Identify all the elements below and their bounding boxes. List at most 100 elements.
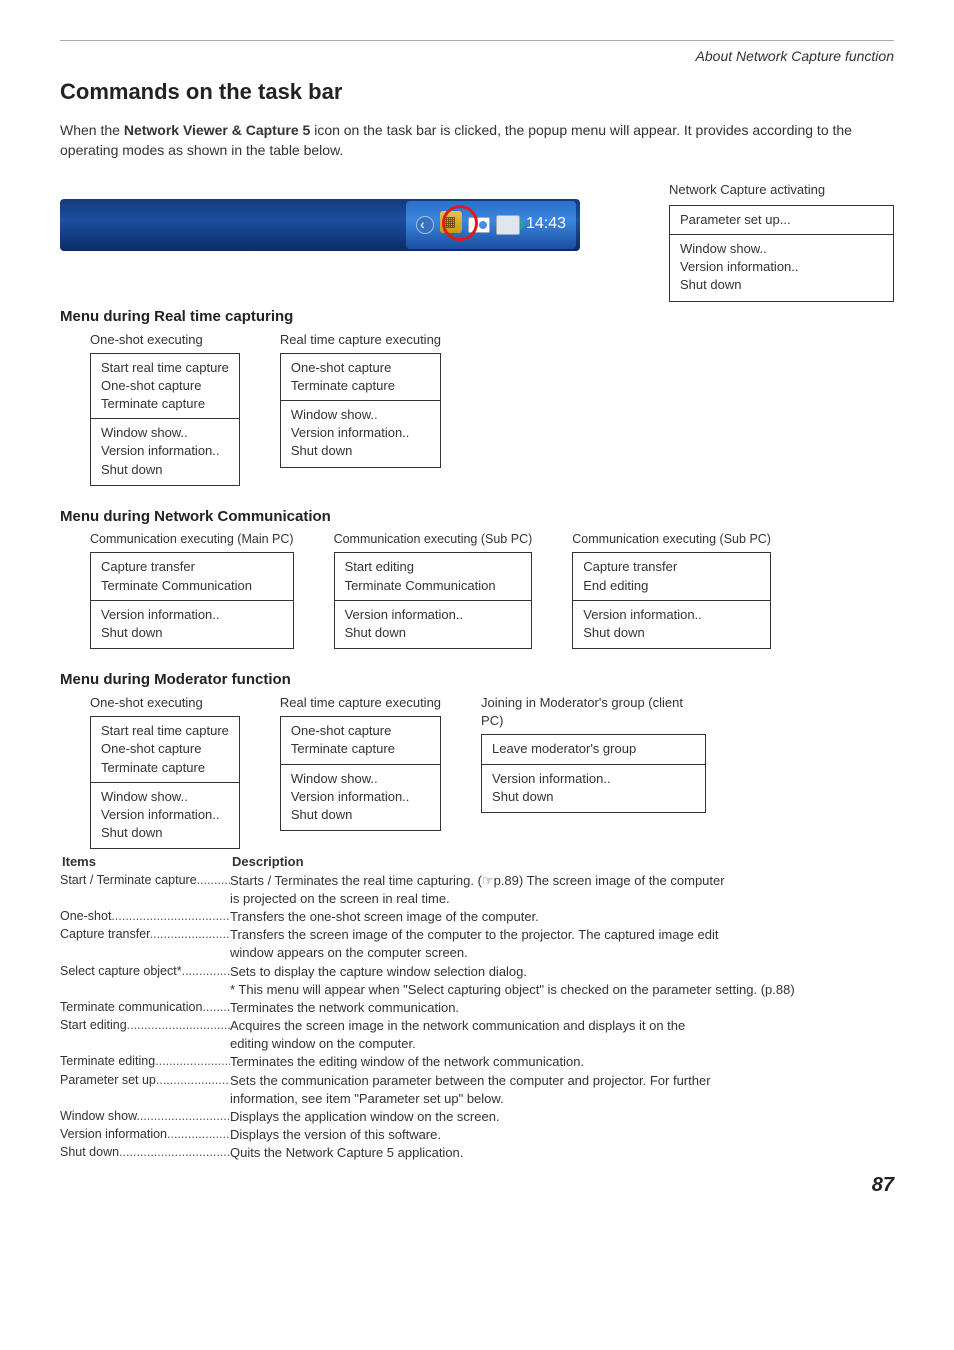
menu-item: One-shot capture — [291, 359, 430, 377]
row-def: Sets to display the capture window selec… — [230, 963, 894, 981]
menu-item: Shut down — [345, 624, 522, 642]
row-def: Terminates the network communication. — [230, 999, 894, 1017]
col-label: One-shot executing — [90, 694, 240, 712]
tray-expand-icon — [416, 216, 434, 234]
menu-item: Version information.. — [680, 258, 883, 276]
description-list: Start / Terminate capture...............… — [60, 872, 894, 1163]
menu-item: Shut down — [583, 624, 760, 642]
taskbar-graphic: 14:43 — [60, 181, 580, 259]
row-term: Parameter set up........................… — [60, 1072, 230, 1090]
col-label: Communication executing (Main PC) — [90, 531, 294, 549]
table-row: One-shot................................… — [60, 908, 894, 926]
menu-item: Window show.. — [101, 424, 229, 442]
menu-item: Capture transfer — [101, 558, 283, 576]
netcom-heading: Menu during Network Communication — [60, 506, 894, 527]
menu-item: Shut down — [492, 788, 695, 806]
menu-activating: Parameter set up... Window show.. Versio… — [669, 205, 894, 302]
table-row: Start editing...........................… — [60, 1017, 894, 1035]
row-term: Version information.....................… — [60, 1126, 230, 1144]
menu-item: Version information.. — [101, 442, 229, 460]
menu-item: Parameter set up... — [680, 211, 883, 229]
header-rule — [60, 40, 894, 41]
menu-box: One-shot capture Terminate capture Windo… — [280, 716, 441, 831]
row-def-cont: information, see item "Parameter set up"… — [230, 1090, 894, 1108]
row-def-cont: editing window on the computer. — [230, 1035, 894, 1053]
activating-label: Network Capture activating — [669, 181, 894, 199]
menu-item: Version information.. — [345, 606, 522, 624]
menu-item: One-shot capture — [291, 722, 430, 740]
intro-paragraph: When the Network Viewer & Capture 5 icon… — [60, 121, 894, 160]
menu-item: Shut down — [291, 806, 430, 824]
menu-item: Shut down — [101, 461, 229, 479]
menu-box: Leave moderator's group Version informat… — [481, 734, 706, 813]
menu-item: Shut down — [101, 624, 283, 642]
menu-item: One-shot capture — [101, 377, 229, 395]
table-head-desc: Description — [232, 853, 304, 871]
table-row: Capture transfer........................… — [60, 926, 894, 944]
menu-item: Window show.. — [291, 770, 430, 788]
row-def-cont: is projected on the screen in real time. — [230, 890, 894, 908]
menu-item: One-shot capture — [101, 740, 229, 758]
row-def: Acquires the screen image in the network… — [230, 1017, 894, 1035]
row-def: Displays the application window on the s… — [230, 1108, 894, 1126]
row-term: Terminate communication.................… — [60, 999, 230, 1017]
col-label: Real time capture executing — [280, 694, 441, 712]
menu-item: Shut down — [101, 824, 229, 842]
menu-box: Capture transfer End editing Version inf… — [572, 552, 771, 649]
menu-box: One-shot capture Terminate capture Windo… — [280, 353, 441, 468]
row-term: Start editing...........................… — [60, 1017, 230, 1035]
menu-item: Shut down — [291, 442, 430, 460]
table-row: Window show.............................… — [60, 1108, 894, 1126]
menu-item: Terminate capture — [101, 395, 229, 413]
menu-box: Start real time capture One-shot capture… — [90, 353, 240, 486]
table-row: Parameter set up........................… — [60, 1072, 894, 1090]
menu-item: Window show.. — [101, 788, 229, 806]
menu-box: Capture transfer Terminate Communication… — [90, 552, 294, 649]
row-def-cont: window appears on the computer screen. — [230, 944, 894, 962]
menu-item: Start editing — [345, 558, 522, 576]
menu-item: Start real time capture — [101, 359, 229, 377]
row-term: Select capture object*..................… — [60, 963, 230, 981]
table-row: Start / Terminate capture...............… — [60, 872, 894, 890]
row-def: Starts / Terminates the real time captur… — [230, 872, 894, 890]
row-def-cont: * This menu will appear when "Select cap… — [230, 981, 894, 999]
menu-item: Terminate Communication — [345, 577, 522, 595]
row-def: Quits the Network Capture 5 application. — [230, 1144, 894, 1162]
menu-box: Start real time capture One-shot capture… — [90, 716, 240, 849]
page-number: 87 — [60, 1171, 894, 1199]
col-label: Joining in Moderator's group (client PC) — [481, 694, 706, 730]
menu-box: Start editing Terminate Communication Ve… — [334, 552, 533, 649]
table-row: Version information.....................… — [60, 1126, 894, 1144]
table-row: Select capture object*..................… — [60, 963, 894, 981]
row-term: Window show.............................… — [60, 1108, 230, 1126]
col-label: One-shot executing — [90, 331, 240, 349]
menu-item: Version information.. — [291, 788, 430, 806]
page-heading: Commands on the task bar — [60, 77, 894, 108]
monitor-tray-icon — [496, 215, 520, 235]
row-term: Terminate editing.......................… — [60, 1053, 230, 1071]
row-def: Transfers the screen image of the comput… — [230, 926, 894, 944]
menu-item: Capture transfer — [583, 558, 760, 576]
intro-pre: When the — [60, 122, 124, 138]
row-def: Sets the communication parameter between… — [230, 1072, 894, 1090]
tray-clock: 14:43 — [526, 213, 566, 235]
menu-item: Window show.. — [291, 406, 430, 424]
row-term: Shut down...............................… — [60, 1144, 230, 1162]
menu-item: Version information.. — [101, 606, 283, 624]
menu-item: Version information.. — [492, 770, 695, 788]
menu-item: Terminate capture — [101, 759, 229, 777]
row-term: Capture transfer........................… — [60, 926, 230, 944]
section-label: About Network Capture function — [60, 47, 894, 67]
menu-item: Shut down — [680, 276, 883, 294]
moderator-heading: Menu during Moderator function — [60, 669, 894, 690]
menu-item: Window show.. — [680, 240, 883, 258]
table-head-items: Items — [60, 853, 232, 871]
menu-item: Version information.. — [583, 606, 760, 624]
row-def: Terminates the editing window of the net… — [230, 1053, 894, 1071]
realtime-heading: Menu during Real time capturing — [60, 306, 894, 327]
menu-item: Version information.. — [101, 806, 229, 824]
menu-item: End editing — [583, 577, 760, 595]
row-def: Displays the version of this software. — [230, 1126, 894, 1144]
row-term: One-shot................................… — [60, 908, 230, 926]
menu-item: Terminate capture — [291, 740, 430, 758]
